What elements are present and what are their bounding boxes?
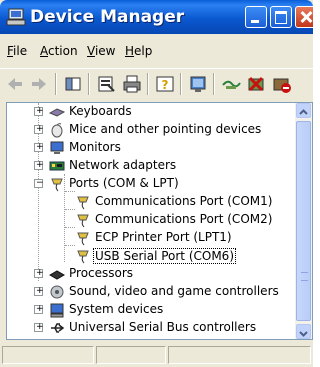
usb-icon xyxy=(51,323,65,333)
menu-help[interactable]: Help xyxy=(125,44,152,58)
status-cell xyxy=(168,346,311,364)
expand-button[interactable]: + xyxy=(34,304,44,314)
expand-button[interactable]: + xyxy=(34,322,44,332)
chevron-down-icon xyxy=(299,331,308,337)
status-cell xyxy=(2,346,94,364)
forward-icon[interactable] xyxy=(28,73,50,95)
scroll-down-button[interactable] xyxy=(296,324,311,339)
port-icon xyxy=(77,232,89,246)
scroll-up-button[interactable] xyxy=(296,103,311,118)
svg-text:?: ? xyxy=(162,78,169,92)
port-icon xyxy=(77,196,89,210)
properties-icon[interactable] xyxy=(95,73,117,95)
expand-button[interactable]: + xyxy=(34,160,44,170)
monitor-icon xyxy=(50,141,64,154)
update-driver-icon[interactable] xyxy=(220,73,242,95)
toolbar-separator xyxy=(88,73,90,95)
processor-icon xyxy=(49,270,65,280)
title-bar[interactable]: Device Manager xyxy=(0,0,313,34)
toolbar-separator xyxy=(55,73,57,95)
port-icon xyxy=(77,214,89,228)
keyboard-icon xyxy=(49,108,65,117)
expand-button[interactable]: + xyxy=(34,142,44,152)
device-manager-icon xyxy=(6,8,26,26)
toolbar: ? xyxy=(0,68,313,99)
minimize-button[interactable] xyxy=(245,6,267,28)
port-icon xyxy=(51,178,63,192)
expand-button[interactable]: + xyxy=(34,106,44,116)
system-devices-icon xyxy=(50,303,64,318)
tree-connector xyxy=(65,209,75,210)
menu-file[interactable]: File xyxy=(7,44,27,58)
help-icon[interactable]: ? xyxy=(154,73,176,95)
scroll-grip xyxy=(301,272,308,281)
status-cell xyxy=(96,346,166,364)
collapse-button[interactable]: − xyxy=(34,178,44,188)
tree-connector xyxy=(65,227,75,228)
maximize-button[interactable] xyxy=(270,6,292,28)
toolbar-separator xyxy=(147,73,149,95)
close-button[interactable] xyxy=(295,6,313,28)
expand-button[interactable]: + xyxy=(34,124,44,134)
network-adapter-icon xyxy=(49,161,65,171)
print-icon[interactable] xyxy=(121,73,143,95)
uninstall-icon[interactable] xyxy=(245,73,267,95)
expand-button[interactable]: + xyxy=(34,286,44,296)
chevron-up-icon xyxy=(299,109,308,115)
scroll-thumb[interactable] xyxy=(296,121,311,321)
menu-bar: File Action View Help xyxy=(0,40,313,62)
scan-hardware-icon[interactable] xyxy=(187,73,209,95)
mouse-icon xyxy=(51,123,63,138)
sound-icon xyxy=(50,285,64,299)
tree-connector xyxy=(65,191,75,192)
expand-button[interactable]: + xyxy=(34,268,44,278)
menu-action[interactable]: Action xyxy=(40,44,78,58)
toolbar-separator xyxy=(213,73,215,95)
tree-connector xyxy=(65,245,75,246)
device-manager-window: Device Manager File Action View Help ? +… xyxy=(0,0,313,367)
port-icon xyxy=(77,250,89,264)
device-tree[interactable]: + Keyboards + Mice and other pointing de… xyxy=(6,102,313,340)
toolbar-separator xyxy=(180,73,182,95)
window-title: Device Manager xyxy=(30,7,185,27)
disable-icon[interactable] xyxy=(270,73,292,95)
show-hide-tree-icon[interactable] xyxy=(62,73,84,95)
back-icon[interactable] xyxy=(4,73,26,95)
vertical-scrollbar[interactable] xyxy=(295,103,312,339)
menu-view[interactable]: View xyxy=(87,44,115,58)
status-bar xyxy=(0,344,313,367)
